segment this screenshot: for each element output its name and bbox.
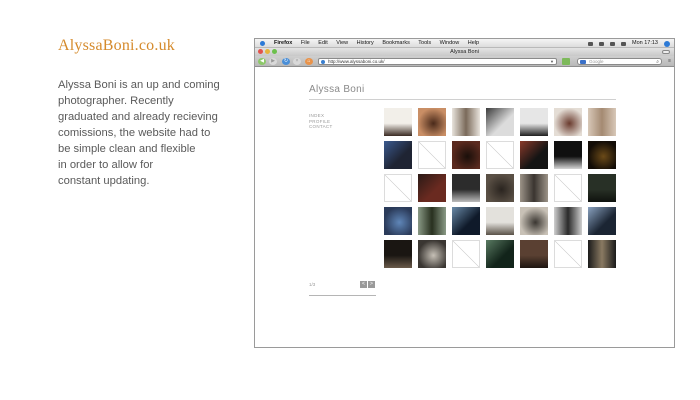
menu-firefox[interactable]: Firefox [274, 40, 292, 46]
menu-help[interactable]: Help [468, 40, 479, 46]
page-counter: 1/3 [309, 282, 316, 287]
google-icon [580, 60, 586, 64]
volume-icon[interactable] [621, 41, 626, 46]
photo-thumbnail[interactable] [520, 207, 548, 235]
window-title: Alyssa Boni [450, 49, 479, 55]
photo-thumbnail[interactable] [418, 207, 446, 235]
menu-view[interactable]: View [336, 40, 348, 46]
photo-thumbnail[interactable] [452, 174, 480, 202]
photo-thumbnail[interactable] [588, 141, 616, 169]
description-line: graduated and already recieving [58, 111, 218, 123]
thumbnail-placeholder [486, 141, 514, 169]
photo-thumbnail[interactable] [486, 108, 514, 136]
globe-icon [321, 60, 325, 64]
thumbnail-placeholder [554, 174, 582, 202]
photo-thumbnail[interactable] [384, 207, 412, 235]
footer-divider [309, 295, 376, 296]
apple-icon[interactable] [260, 41, 265, 46]
menu-clock[interactable]: Mon 17:13 [632, 39, 658, 48]
photo-thumbnail[interactable] [554, 207, 582, 235]
photo-thumbnail[interactable] [588, 207, 616, 235]
photo-thumbnail[interactable] [554, 108, 582, 136]
menu-icon[interactable]: ≡ [668, 58, 671, 64]
photo-thumbnail[interactable] [418, 240, 446, 268]
title-divider [309, 99, 616, 100]
menu-window[interactable]: Window [440, 40, 460, 46]
browser-window-screenshot: Firefox File Edit View History Bookmarks… [254, 38, 675, 348]
photo-thumbnail[interactable] [452, 141, 480, 169]
photo-thumbnail[interactable] [554, 141, 582, 169]
photo-thumbnail[interactable] [520, 108, 548, 136]
photo-thumbnail[interactable] [520, 240, 548, 268]
menu-history[interactable]: History [357, 40, 374, 46]
photo-thumbnail[interactable] [384, 141, 412, 169]
wifi-icon[interactable] [588, 41, 593, 46]
window-title-bar: Alyssa Boni [255, 48, 674, 56]
next-page-button[interactable]: > [368, 281, 375, 288]
photo-thumbnail[interactable] [588, 108, 616, 136]
menu-bookmarks[interactable]: Bookmarks [382, 40, 410, 46]
nav-contact[interactable]: CONTACT [309, 124, 333, 130]
photo-thumbnail[interactable] [384, 240, 412, 268]
prev-page-button[interactable]: < [360, 281, 367, 288]
go-button[interactable] [562, 58, 570, 65]
description-line: Alyssa Boni is an up and coming [58, 79, 220, 91]
photo-thumbnail[interactable] [452, 108, 480, 136]
address-bar[interactable]: http://www.alyssaboni.co.uk/ ▼ [318, 58, 557, 65]
project-description: Alyssa Boni is an up and coming photogra… [58, 77, 243, 189]
photo-thumbnail[interactable] [418, 174, 446, 202]
photo-thumbnail[interactable] [588, 174, 616, 202]
description-line: comissions, the website had to [58, 127, 211, 139]
photo-thumbnail[interactable] [520, 141, 548, 169]
site-nav: INDEX PROFILE CONTACT [309, 113, 333, 130]
chevron-down-icon[interactable]: ▼ [550, 59, 554, 64]
menu-status-area: Mon 17:13 [588, 39, 670, 48]
photo-thumbnail[interactable] [486, 174, 514, 202]
bluetooth-icon[interactable] [599, 41, 604, 46]
description-line: photographer. Recently [58, 95, 174, 107]
photo-thumbnail[interactable] [486, 207, 514, 235]
description-line: in order to allow for [58, 159, 154, 171]
thumbnail-placeholder [554, 240, 582, 268]
mac-menu-bar: Firefox File Edit View History Bookmarks… [255, 39, 674, 48]
flag-icon[interactable] [610, 41, 615, 46]
menu-edit[interactable]: Edit [318, 40, 327, 46]
site-title: Alyssa Boni [309, 84, 365, 95]
thumbnail-placeholder [384, 174, 412, 202]
photo-thumbnail[interactable] [418, 108, 446, 136]
description-line: constant updating. [58, 175, 150, 187]
window-controls [258, 49, 277, 54]
menu-tools[interactable]: Tools [418, 40, 431, 46]
back-button[interactable]: ◀ [258, 58, 266, 65]
spotlight-icon[interactable] [664, 40, 670, 47]
thumbnail-placeholder [452, 240, 480, 268]
pager: < > [360, 281, 375, 288]
search-placeholder: Google [589, 59, 604, 64]
menu-items: Firefox File Edit View History Bookmarks… [274, 39, 486, 48]
search-input[interactable]: Google ⌕ [577, 58, 662, 65]
minimize-icon[interactable] [265, 49, 270, 54]
menu-file[interactable]: File [301, 40, 310, 46]
browser-toolbar: ◀ ▶ ↻ × ⌂ http://www.alyssaboni.co.uk/ ▼… [255, 56, 674, 67]
brand-heading: AlyssaBoni.co.uk [58, 37, 175, 54]
photo-thumbnail[interactable] [486, 240, 514, 268]
zoom-icon[interactable] [272, 49, 277, 54]
photo-thumbnail[interactable] [588, 240, 616, 268]
description-line: be simple clean and flexible [58, 143, 196, 155]
stop-icon[interactable]: × [293, 58, 301, 65]
site-page: Alyssa Boni INDEX PROFILE CONTACT 1/3 < … [255, 68, 674, 347]
search-icon[interactable]: ⌕ [656, 59, 659, 65]
address-bar-url: http://www.alyssaboni.co.uk/ [328, 59, 385, 64]
photo-thumbnail[interactable] [452, 207, 480, 235]
thumbnail-grid [384, 108, 616, 268]
photo-thumbnail[interactable] [384, 108, 412, 136]
photo-thumbnail[interactable] [520, 174, 548, 202]
reload-icon[interactable]: ↻ [282, 58, 290, 65]
toolbar-toggle-icon[interactable] [662, 50, 670, 54]
home-icon[interactable]: ⌂ [305, 58, 313, 65]
close-icon[interactable] [258, 49, 263, 54]
forward-button[interactable]: ▶ [269, 58, 277, 65]
thumbnail-placeholder [418, 141, 446, 169]
